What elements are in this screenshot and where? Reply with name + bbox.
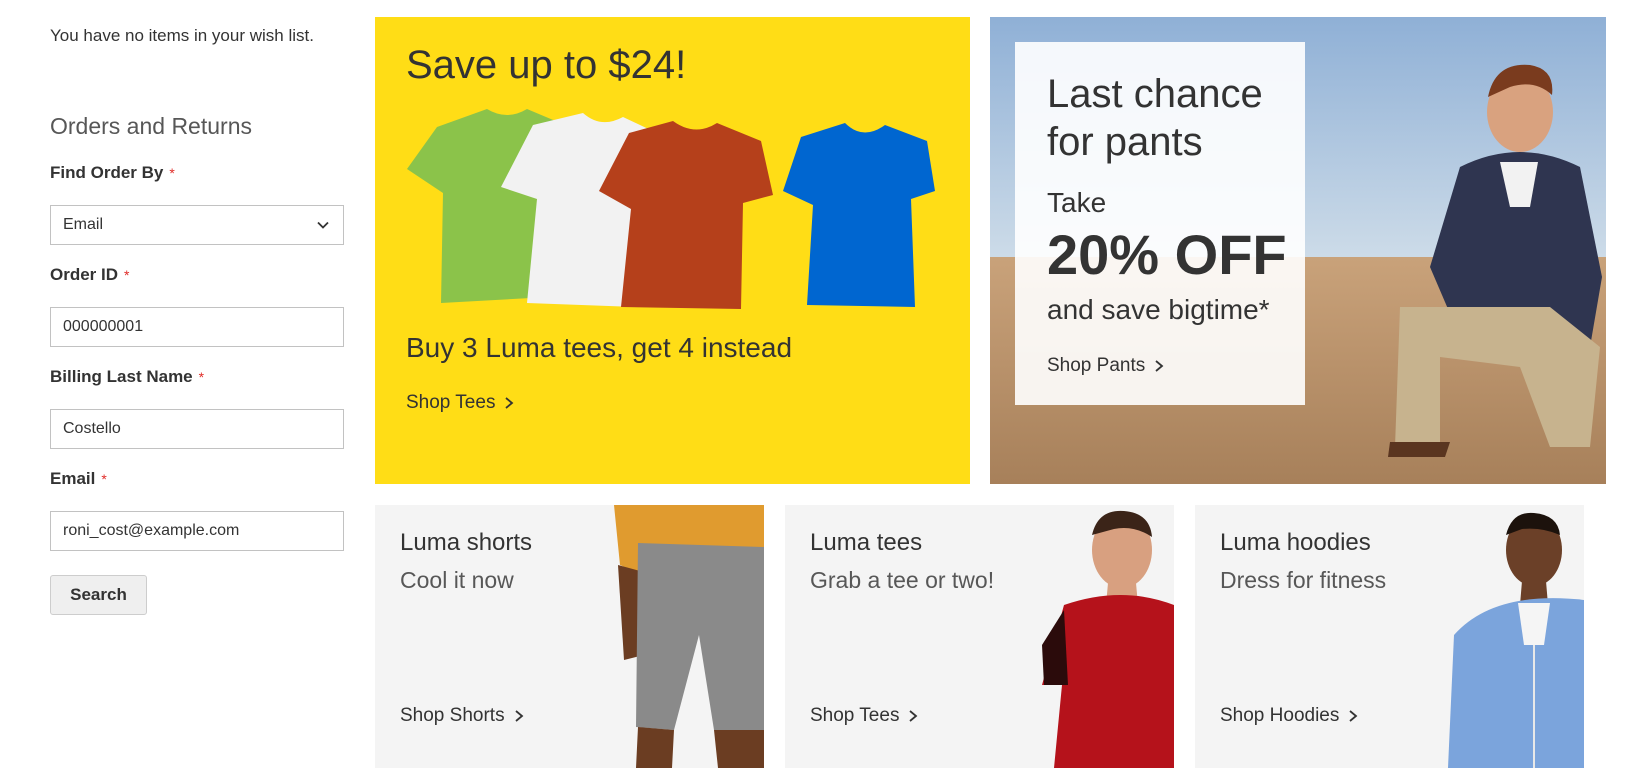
chevron-right-icon	[1349, 710, 1358, 722]
find-order-by-label-text: Find Order By	[50, 163, 164, 182]
shorts-title: Luma shorts	[400, 529, 533, 556]
shorts-model-image	[614, 505, 764, 768]
pants-take-text: Take	[1047, 187, 1107, 218]
tees-model-image	[1042, 510, 1174, 768]
email-label: Email *	[50, 469, 107, 489]
shop-hoodies-link-label: Shop Hoodies	[1220, 705, 1340, 726]
email-input[interactable]	[50, 511, 344, 551]
shop-hoodies-link[interactable]: Shop Hoodies	[1220, 705, 1359, 727]
shop-tees-link[interactable]: Shop Tees	[406, 392, 515, 414]
shorts-subtitle: Cool it now	[400, 567, 514, 593]
email-label-text: Email	[50, 469, 96, 488]
hoodies-model-image	[1448, 512, 1584, 768]
billing-last-name-label-text: Billing Last Name	[50, 367, 193, 386]
wishlist-empty-message: You have no items in your wish list.	[50, 26, 314, 45]
tshirts-image	[407, 109, 935, 309]
model-feet	[1388, 442, 1450, 457]
tees-block-title: Luma tees	[810, 529, 923, 556]
tees-block-subtitle: Grab a tee or two!	[810, 567, 995, 593]
find-order-by-select[interactable]: Email	[50, 205, 344, 245]
promo-tees-title: Save up to $24!	[406, 43, 687, 87]
promo-hoodies-block[interactable]: Luma hoodies Dress for fitness Shop Hood…	[1195, 505, 1584, 768]
model-legs	[636, 727, 764, 768]
billing-last-name-label: Billing Last Name *	[50, 367, 204, 387]
shop-shorts-link[interactable]: Shop Shorts	[400, 705, 525, 727]
chevron-down-icon	[317, 221, 329, 229]
order-id-input[interactable]	[50, 307, 344, 347]
pants-discount: 20% OFF	[1047, 223, 1287, 286]
hoodies-title: Luma hoodies	[1220, 529, 1371, 556]
hoodies-subtitle: Dress for fitness	[1220, 567, 1387, 593]
pants-save-text: and save bigtime*	[1047, 294, 1270, 325]
search-button[interactable]: Search	[50, 575, 147, 615]
shop-tees-link-label: Shop Tees	[406, 392, 496, 413]
order-id-label-text: Order ID	[50, 265, 119, 284]
shop-tees-small-link-label: Shop Tees	[810, 705, 900, 726]
shop-shorts-link-label: Shop Shorts	[400, 705, 505, 726]
promo-tees-banner[interactable]: Save up to $24! Buy 3 Luma tees, get 4 i…	[375, 17, 970, 484]
model-shorts	[636, 543, 764, 730]
chevron-right-icon	[909, 710, 918, 722]
promo-tees-subtitle: Buy 3 Luma tees, get 4 instead	[406, 332, 793, 363]
shop-tees-small-link[interactable]: Shop Tees	[810, 705, 919, 727]
find-order-by-value: Email	[63, 216, 104, 233]
required-mark: *	[198, 369, 205, 385]
required-mark: *	[101, 471, 107, 487]
model-sleeve	[1042, 610, 1068, 685]
pants-promo-card: Last chance for pants Take 20% OFF and s…	[1015, 42, 1305, 405]
promo-tees-block[interactable]: Luma tees Grab a tee or two! Shop Tees	[785, 505, 1174, 768]
required-mark: *	[169, 165, 175, 181]
chevron-right-icon	[515, 710, 523, 722]
find-order-by-label: Find Order By *	[50, 163, 175, 183]
billing-last-name-input[interactable]	[50, 409, 344, 449]
chevron-right-icon	[505, 397, 514, 409]
shop-pants-link[interactable]: Shop Pants	[1047, 355, 1165, 377]
required-mark: *	[124, 267, 130, 283]
model-hoodie	[1448, 598, 1584, 768]
orders-returns-title: Orders and Returns	[50, 113, 252, 139]
tshirt-blue	[783, 123, 935, 307]
chevron-right-icon	[1155, 360, 1164, 372]
promo-pants-banner[interactable]: Last chance for pants Take 20% OFF and s…	[990, 17, 1606, 484]
promo-shorts-block[interactable]: Luma shorts Cool it now Shop Shorts	[375, 505, 764, 768]
pants-title: Last chance for pants	[1047, 72, 1263, 164]
shop-pants-link-label: Shop Pants	[1047, 355, 1146, 376]
order-id-label: Order ID *	[50, 265, 129, 285]
